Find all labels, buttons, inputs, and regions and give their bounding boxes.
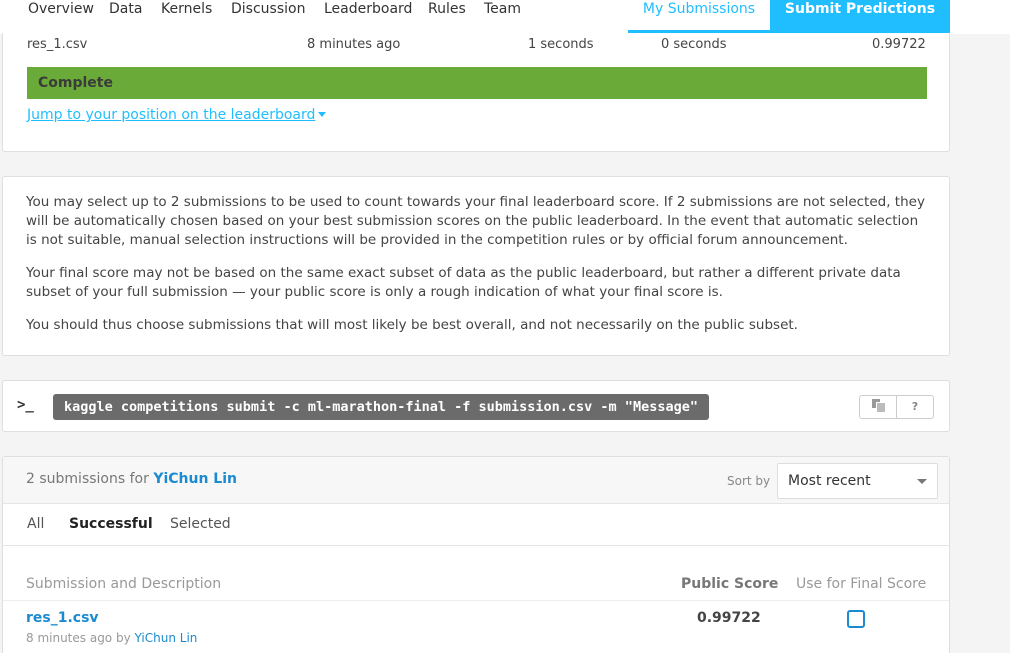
filter-selected[interactable]: Selected	[170, 516, 231, 532]
table-row: res_1.csv 8 minutes ago by YiChun Lin 0.…	[3, 602, 949, 653]
column-header-final-score: Use for Final Score	[796, 576, 927, 592]
copy-command-button[interactable]	[859, 395, 897, 419]
submissions-count-text: 2 submissions for	[26, 471, 149, 487]
column-header-public-score[interactable]: Public Score	[681, 576, 778, 592]
submissions-header: 2 submissions for YiChun Lin Sort by Mos…	[3, 457, 949, 504]
sort-select-value: Most recent	[788, 473, 871, 489]
filter-all[interactable]: All	[27, 516, 44, 532]
filter-successful[interactable]: Successful	[69, 516, 153, 532]
api-help-button[interactable]: ?	[896, 395, 934, 419]
info-paragraph-3: You should thus choose submissions that …	[26, 317, 798, 333]
submission-user-link[interactable]: YiChun Lin	[135, 631, 198, 645]
chevron-down-icon	[917, 479, 927, 484]
page: Overview Data Kernels Discussion Leaderb…	[0, 0, 1010, 653]
submission-public-score: 0.99722	[697, 610, 761, 626]
submission-meta: 8 minutes ago by YiChun Lin	[26, 631, 197, 645]
info-paragraph-2: Your final score may not be based on the…	[26, 265, 901, 300]
api-command-text[interactable]: kaggle competitions submit -c ml-maratho…	[53, 394, 709, 420]
status-label: Complete	[38, 75, 113, 91]
latest-score: 0.99722	[872, 37, 926, 52]
sort-select[interactable]: Most recent	[777, 463, 938, 499]
copy-icon	[872, 399, 886, 413]
latest-wait-time: 1 seconds	[528, 37, 594, 52]
info-paragraph-1: You may select up to 2 submissions to be…	[26, 194, 925, 248]
caret-down-icon	[318, 112, 327, 117]
tab-leaderboard[interactable]: Leaderboard	[324, 0, 412, 32]
latest-submitted-time: 8 minutes ago	[307, 37, 401, 52]
jump-link-label: Jump to your position on the leaderboard	[27, 107, 316, 123]
submissions-column-headers: Submission and Description Public Score …	[3, 546, 949, 601]
tab-my-submissions[interactable]: My Submissions	[628, 0, 770, 33]
latest-file-name: res_1.csv	[27, 37, 88, 52]
tab-overview[interactable]: Overview	[28, 0, 94, 32]
submission-filters: All Successful Selected	[3, 504, 949, 546]
api-command-card: >_ kaggle competitions submit -c ml-mara…	[2, 380, 950, 432]
tab-data[interactable]: Data	[109, 0, 142, 32]
sort-label: Sort by	[727, 474, 771, 488]
latest-submission-card: res_1.csv 8 minutes ago 1 seconds 0 seco…	[2, 33, 950, 152]
submissions-list-card: 2 submissions for YiChun Lin Sort by Mos…	[2, 456, 950, 653]
use-for-final-score-checkbox[interactable]	[847, 610, 865, 628]
status-bar-complete: Complete	[27, 67, 927, 99]
jump-to-leaderboard-link[interactable]: Jump to your position on the leaderboard	[27, 107, 327, 123]
tab-kernels[interactable]: Kernels	[161, 0, 212, 32]
final-selection-info-card: You may select up to 2 submissions to be…	[2, 176, 950, 356]
submission-file-link[interactable]: res_1.csv	[26, 610, 99, 626]
submission-meta-time: 8 minutes ago by	[26, 631, 131, 645]
competition-nav: Overview Data Kernels Discussion Leaderb…	[0, 0, 1010, 34]
submit-predictions-button[interactable]: Submit Predictions	[770, 0, 950, 33]
terminal-prompt-icon: >_	[17, 397, 34, 413]
submissions-count: 2 submissions for YiChun Lin	[26, 471, 237, 487]
tab-team[interactable]: Team	[484, 0, 521, 32]
latest-execution-time: 0 seconds	[661, 37, 727, 52]
submissions-user-link[interactable]: YiChun Lin	[153, 471, 237, 487]
tab-discussion[interactable]: Discussion	[231, 0, 305, 32]
tab-rules[interactable]: Rules	[428, 0, 466, 32]
column-header-description: Submission and Description	[26, 576, 222, 592]
